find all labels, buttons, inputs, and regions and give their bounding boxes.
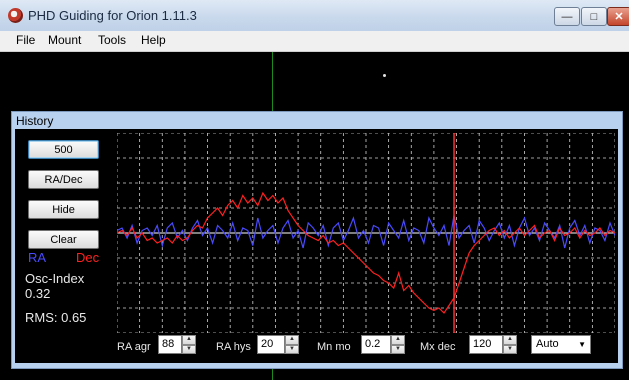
osc-index-value: 0.32 bbox=[25, 286, 51, 301]
ra-hys-field[interactable]: 20 bbox=[257, 335, 285, 354]
hide-button[interactable]: Hide bbox=[28, 200, 99, 219]
mn-mo-stepper[interactable]: 0.2 ▲ ▼ bbox=[361, 335, 405, 354]
close-icon: ✕ bbox=[614, 11, 624, 23]
menu-mount[interactable]: Mount bbox=[48, 33, 81, 47]
mx-dec-field[interactable]: 120 bbox=[469, 335, 503, 354]
guide-star[interactable] bbox=[383, 74, 386, 77]
scale-button[interactable]: 500 bbox=[28, 140, 99, 159]
history-graph[interactable] bbox=[117, 133, 615, 333]
legend-ra: RA bbox=[28, 250, 47, 265]
mx-dec-down[interactable]: ▼ bbox=[503, 344, 517, 354]
algorithm-select[interactable]: Auto ▼ bbox=[531, 335, 591, 354]
minimize-button[interactable]: — bbox=[554, 7, 580, 26]
ra-hys-down[interactable]: ▼ bbox=[285, 344, 299, 354]
menu-bar: File Mount Tools Help bbox=[0, 31, 629, 52]
clear-button[interactable]: Clear bbox=[28, 230, 99, 249]
ra-hys-label: RA hys bbox=[216, 341, 251, 353]
ra-agr-stepper[interactable]: 88 ▲ ▼ bbox=[158, 335, 196, 354]
ra-hys-up[interactable]: ▲ bbox=[285, 335, 299, 345]
maximize-button[interactable]: □ bbox=[581, 7, 607, 26]
ra-agr-down[interactable]: ▼ bbox=[182, 344, 196, 354]
minimize-icon: — bbox=[561, 10, 573, 23]
window-title: PHD Guiding for Orion 1.11.3 bbox=[28, 8, 197, 23]
menu-file[interactable]: File bbox=[16, 33, 35, 47]
menu-tools[interactable]: Tools bbox=[98, 33, 126, 47]
algorithm-select-value: Auto bbox=[536, 338, 559, 350]
mx-dec-stepper[interactable]: 120 ▲ ▼ bbox=[469, 335, 517, 354]
mn-mo-up[interactable]: ▲ bbox=[391, 335, 405, 345]
rms-value: RMS: 0.65 bbox=[25, 310, 87, 325]
osc-index-label: Osc-Index bbox=[25, 271, 85, 286]
graph-grid bbox=[117, 133, 615, 333]
mx-dec-up[interactable]: ▲ bbox=[503, 335, 517, 345]
app-icon bbox=[8, 8, 23, 23]
ra-agr-label: RA agr bbox=[117, 341, 151, 353]
menu-help[interactable]: Help bbox=[141, 33, 166, 47]
ra-agr-field[interactable]: 88 bbox=[158, 335, 182, 354]
title-bar: PHD Guiding for Orion 1.11.3 — □ ✕ bbox=[0, 0, 629, 32]
chevron-down-icon: ▼ bbox=[578, 340, 586, 349]
history-panel: History 500 RA/Dec Hide Clear RA Dec Osc… bbox=[11, 111, 623, 369]
mn-mo-field[interactable]: 0.2 bbox=[361, 335, 391, 354]
maximize-icon: □ bbox=[590, 10, 598, 23]
mn-mo-down[interactable]: ▼ bbox=[391, 344, 405, 354]
history-title: History bbox=[16, 114, 54, 128]
mn-mo-label: Mn mo bbox=[317, 341, 351, 353]
history-body: 500 RA/Dec Hide Clear RA Dec Osc-Index 0… bbox=[15, 129, 618, 363]
close-button[interactable]: ✕ bbox=[607, 7, 629, 26]
mx-dec-label: Mx dec bbox=[420, 341, 456, 353]
ra-agr-up[interactable]: ▲ bbox=[182, 335, 196, 345]
legend-dec: Dec bbox=[76, 250, 100, 265]
ra-hys-stepper[interactable]: 20 ▲ ▼ bbox=[257, 335, 299, 354]
ra-dec-mode-button[interactable]: RA/Dec bbox=[28, 170, 99, 189]
